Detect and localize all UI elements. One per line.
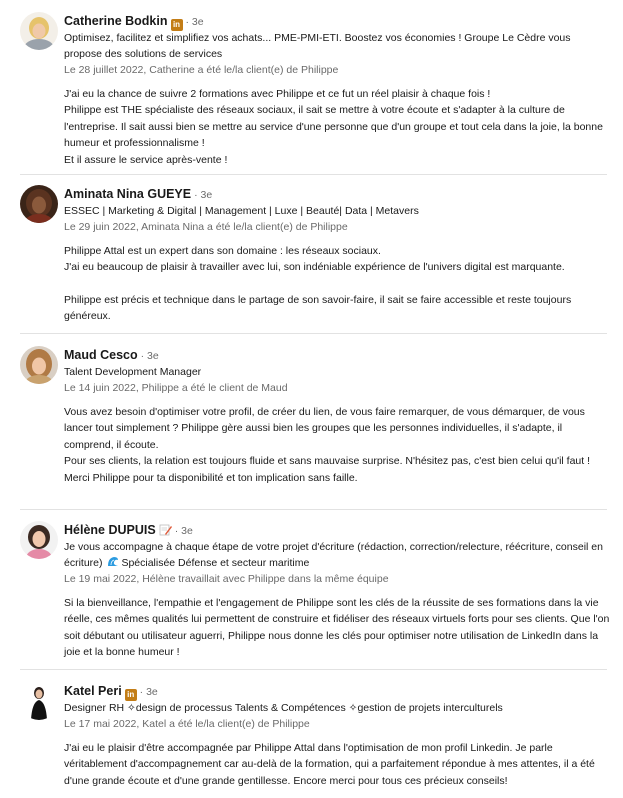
- recommendation-paragraph: Philippe Attal est un expert dans son do…: [64, 245, 381, 257]
- divider: [20, 669, 607, 670]
- wave-emoji-icon: [107, 556, 119, 567]
- recommendation-text: Si la bienveillance, l'empathie et l'eng…: [64, 595, 610, 661]
- recommender-name[interactable]: Katel Peri: [64, 684, 122, 698]
- recommendation-paragraph: Philippe est précis et technique dans le…: [64, 293, 572, 323]
- recommendation-relationship: Le 14 juin 2022, Philippe a été le clien…: [64, 382, 288, 394]
- recommender-name[interactable]: Catherine Bodkin: [64, 14, 168, 28]
- avatar[interactable]: [20, 521, 58, 559]
- avatar[interactable]: [20, 682, 58, 720]
- recommendations-list: Catherine Bodkin in · 3e Optimisez, facili…: [0, 0, 623, 798]
- divider: [20, 174, 607, 175]
- recommendation-paragraph: Philippe est THE spécialiste des réseaux…: [64, 104, 603, 150]
- recommender-headline: Talent Development Manager: [64, 366, 202, 378]
- headline-text: Spécialisée Défense et secteur maritime: [121, 557, 310, 569]
- recommender-name[interactable]: Maud Cesco: [64, 348, 138, 362]
- connection-degree: · 3e: [139, 686, 158, 698]
- recommendation-relationship: Le 29 juin 2022, Aminata Nina a été le/l…: [64, 221, 348, 233]
- recommendation-paragraph: Vous avez besoin d'optimiser votre profi…: [64, 406, 585, 451]
- recommendation-text: Philippe Attal est un expert dans son do…: [64, 243, 610, 325]
- recommender-headline: Optimisez, facilitez et simplifiez vos a…: [64, 32, 571, 60]
- recommender-headline: ESSEC | Marketing & Digital | Management…: [64, 205, 419, 217]
- recommendation-text: J'ai eu la chance de suivre 2 formations…: [64, 86, 610, 168]
- connection-degree: · 3e: [194, 189, 213, 201]
- recommendation-paragraph: Si la bienveillance, l'empathie et l'eng…: [64, 597, 610, 659]
- recommendation-paragraph: J'ai eu le plaisir d'être accompagnée pa…: [64, 742, 595, 787]
- connection-degree: · 3e: [140, 350, 159, 362]
- avatar[interactable]: [20, 185, 58, 223]
- recommendation-relationship: Le 28 juillet 2022, Catherine a été le/l…: [64, 64, 339, 76]
- pencil-emoji-icon: [159, 523, 172, 536]
- divider: [20, 509, 607, 510]
- recommender-name[interactable]: Aminata Nina GUEYE: [64, 187, 191, 201]
- avatar[interactable]: [20, 346, 58, 384]
- recommendation-paragraph: J'ai eu beaucoup de plaisir à travailler…: [64, 261, 565, 274]
- recommendation-paragraph: Et il assure le service après-vente !: [64, 153, 228, 166]
- divider: [20, 333, 607, 334]
- connection-degree: · 3e: [185, 16, 204, 28]
- recommendation-paragraph: J'ai eu la chance de suivre 2 formations…: [64, 88, 491, 100]
- recommendation-paragraph: Pour ses clients, la relation est toujou…: [64, 455, 591, 468]
- recommender-headline: Je vous accompagne à chaque étape de vot…: [64, 539, 610, 571]
- recommendation-text: J'ai eu le plaisir d'être accompagnée pa…: [64, 740, 610, 789]
- recommendation-paragraph: Merci Philippe pour ta disponibilité et …: [64, 471, 358, 484]
- connection-degree: · 3e: [174, 525, 193, 537]
- recommender-headline: Designer RH ✧design de processus Talents…: [64, 702, 503, 714]
- recommender-name[interactable]: Hélène DUPUIS: [64, 523, 156, 537]
- recommendation-text: Vous avez besoin d'optimiser votre profi…: [64, 404, 610, 486]
- recommendation-relationship: Le 19 mai 2022, Hélène travaillait avec …: [64, 573, 389, 585]
- recommendation-relationship: Le 17 mai 2022, Katel a été le/la client…: [64, 718, 310, 730]
- avatar[interactable]: [20, 12, 58, 50]
